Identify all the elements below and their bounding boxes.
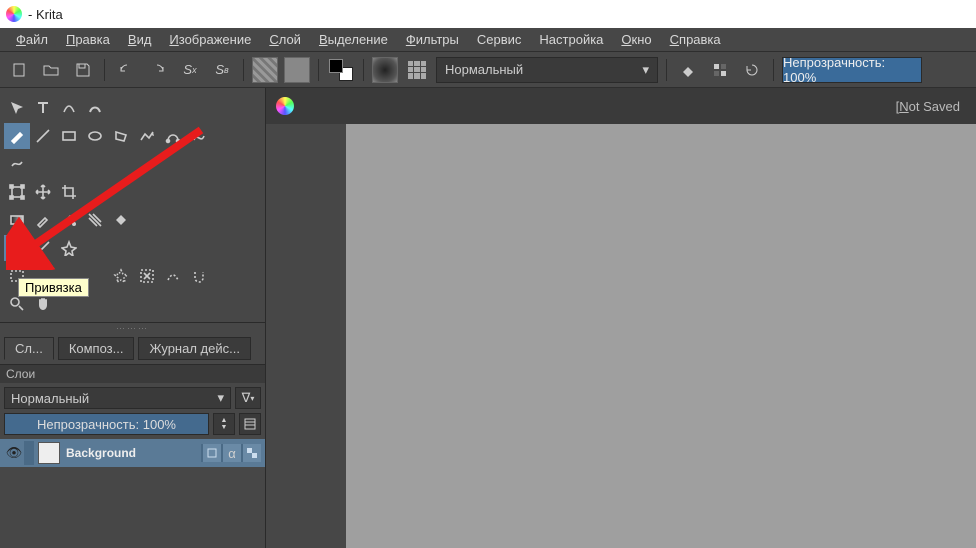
window-title: - Krita [28,7,63,22]
eraser-mode-button[interactable] [675,57,701,83]
brush-presets-button[interactable] [404,57,430,83]
menu-select[interactable]: Выделение [311,30,396,49]
gradient-swatch[interactable] [252,57,278,83]
toolbox: Привязка [0,88,265,323]
toolbar-opacity-slider[interactable]: Непрозрачность: 100% [782,57,922,83]
canvas[interactable] [346,124,976,548]
alpha-lock-button[interactable] [707,57,733,83]
chevron-down-icon: ▾ [642,62,649,78]
reload-preset-button[interactable] [739,57,765,83]
canvas-panel: [Not Saved [266,88,976,548]
docker-tabs: Сл... Композ... Журнал дейс... [0,333,265,365]
calligraphy-tool[interactable] [82,95,108,121]
chevron-down-icon: ▾ [217,390,224,406]
separator [243,59,244,81]
canvas-area[interactable] [266,124,976,548]
tab-compositions[interactable]: Композ... [58,337,135,360]
fg-bg-color[interactable] [327,57,355,83]
panel-drag-handle[interactable]: ⋯⋯⋯ [0,323,265,333]
menu-view[interactable]: Вид [120,30,160,49]
layer-blend-label: Нормальный [11,391,89,406]
undo-button[interactable] [113,57,139,83]
layer-alpha-icon[interactable]: α [223,444,241,462]
pattern-swatch[interactable] [284,57,310,83]
separator [104,59,105,81]
text-tool[interactable] [30,95,56,121]
tooltip-text: Привязка [25,280,82,295]
brush-preview[interactable] [372,57,398,83]
menu-layer[interactable]: Слой [261,30,309,49]
layer-bar [24,441,34,465]
separator [363,59,364,81]
script-sx-button[interactable]: Sx [177,57,203,83]
redo-button[interactable] [145,57,171,83]
toolbar-opacity-label: Непрозрачность: 100% [783,55,921,85]
open-button[interactable] [38,57,64,83]
app-logo-icon [6,6,22,22]
layers-panel-title: Слои [0,365,265,383]
layer-blend-combo[interactable]: Нормальный ▾ [4,387,231,409]
canvas-gutter [266,124,346,548]
menu-edit[interactable]: Правка [58,30,118,49]
tab-undo-history[interactable]: Журнал дейс... [138,337,250,360]
script-sb-button[interactable]: Sв [209,57,235,83]
menu-image[interactable]: Изображение [161,30,259,49]
layer-opacity-label: Непрозрачность: 100% [37,417,176,432]
left-panel: Привязка ⋯⋯⋯ Сл... Композ... Журнал дейс… [0,88,266,548]
move-tool[interactable] [4,95,30,121]
save-button[interactable] [70,57,96,83]
layer-filter-button[interactable]: ∇▾ [235,387,261,409]
opacity-spin[interactable]: ▲▼ [213,413,235,435]
doc-logo-icon [276,97,294,115]
menu-help[interactable]: Справка [662,30,729,49]
layer-thumbnail[interactable] [38,442,60,464]
tab-layers[interactable]: Сл... [4,337,54,360]
separator [773,59,774,81]
visibility-icon[interactable]: 👁 [4,445,24,461]
blend-mode-combo[interactable]: Нормальный ▾ [436,57,658,83]
document-status: [Not Saved [896,99,960,114]
layer-row[interactable]: 👁 Background α [0,439,265,467]
document-tab-bar: [Not Saved [266,88,976,124]
menu-window[interactable]: Окно [613,30,659,49]
blend-mode-label: Нормальный [445,62,523,77]
new-doc-button[interactable] [6,57,32,83]
menu-filters[interactable]: Фильтры [398,30,467,49]
layer-props-button[interactable] [239,413,261,435]
layer-opacity-slider[interactable]: Непрозрачность: 100% [4,413,209,435]
menu-file[interactable]: Файл [8,30,56,49]
separator [318,59,319,81]
title-bar: - Krita [0,0,976,28]
top-toolbar: Sx Sв Нормальный ▾ Непрозрачность: 100% [0,52,976,88]
menu-tools[interactable]: Сервис [469,30,530,49]
edit-shapes-tool[interactable] [56,95,82,121]
layer-inherit-icon[interactable] [243,444,261,462]
separator [666,59,667,81]
annotation-arrow-icon [6,120,216,270]
menu-settings[interactable]: Настройка [531,30,611,49]
menu-bar: Файл Правка Вид Изображение Слой Выделен… [0,28,976,52]
layer-name[interactable]: Background [66,446,201,460]
layer-lock-icon[interactable] [203,444,221,462]
tooltip: Привязка [18,278,89,297]
